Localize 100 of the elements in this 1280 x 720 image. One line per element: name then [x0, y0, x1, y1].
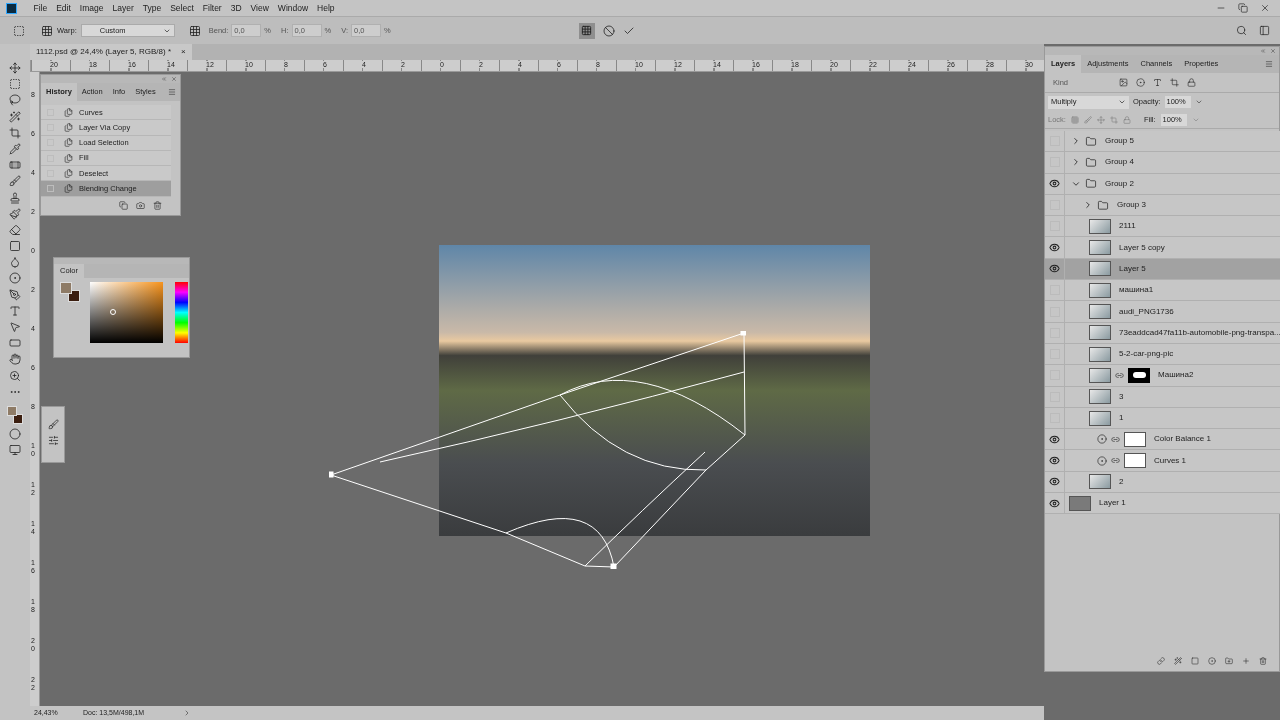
- eye-icon[interactable]: [1049, 455, 1060, 467]
- new-adjustment-icon[interactable]: [1208, 657, 1216, 665]
- snapshot-icon[interactable]: [136, 201, 145, 211]
- eyedropper-icon[interactable]: [9, 142, 21, 155]
- eye-icon[interactable]: [1049, 263, 1060, 275]
- menu-item[interactable]: Window: [273, 1, 313, 15]
- delete-icon[interactable]: [1259, 657, 1267, 665]
- workspace-icon[interactable]: [1259, 25, 1270, 36]
- expand-toggle[interactable]: [1083, 200, 1093, 211]
- panel-menu-icon[interactable]: [1265, 60, 1273, 68]
- eye-icon[interactable]: [1049, 476, 1060, 488]
- layer-row[interactable]: машина1: [1045, 280, 1280, 302]
- layer-row[interactable]: Curves 1: [1045, 450, 1280, 472]
- close-icon[interactable]: [1260, 3, 1270, 13]
- menu-item[interactable]: Image: [75, 1, 108, 15]
- expand-toggle[interactable]: [1071, 157, 1081, 168]
- menu-item[interactable]: Help: [312, 1, 340, 15]
- bandage-icon[interactable]: [9, 159, 21, 172]
- menu-item[interactable]: File: [29, 1, 52, 15]
- layer-row[interactable]: audi_PNG1736: [1045, 301, 1280, 323]
- menu-item[interactable]: Select: [165, 1, 199, 15]
- hand-icon[interactable]: [9, 353, 21, 366]
- layer-row[interactable]: Layer 1: [1045, 493, 1280, 515]
- close-icon[interactable]: [171, 76, 177, 82]
- layer-name: 5-2-car-png-pic: [1119, 348, 1174, 361]
- menu-item[interactable]: Layer: [108, 1, 139, 15]
- layer-name: Color Balance 1: [1154, 433, 1211, 446]
- menu-item[interactable]: 3D: [226, 1, 247, 15]
- new-group-icon[interactable]: [1225, 657, 1233, 665]
- expand-toggle[interactable]: [1071, 136, 1081, 147]
- foreground-swatch[interactable]: [7, 405, 17, 416]
- search-icon[interactable]: [1236, 25, 1247, 36]
- layer-row[interactable]: 1: [1045, 407, 1280, 430]
- warp-grid-icon[interactable]: [41, 24, 53, 37]
- background-swatch[interactable]: [13, 413, 23, 424]
- foreground-swatch[interactable]: [60, 282, 72, 294]
- stamp-icon[interactable]: [9, 191, 21, 204]
- brush-preset-icon[interactable]: [47, 419, 59, 430]
- new-document-icon[interactable]: [119, 201, 128, 211]
- pointer-icon[interactable]: [9, 321, 21, 333]
- drop-icon[interactable]: [9, 256, 21, 269]
- move-icon[interactable]: [9, 62, 21, 74]
- layer-row[interactable]: Group 5: [1045, 131, 1280, 153]
- layer-row[interactable]: Color Balance 1: [1045, 429, 1280, 451]
- menu-item[interactable]: Type: [138, 1, 166, 15]
- history-brush-icon[interactable]: [9, 207, 21, 220]
- image-filter-icon[interactable]: [1119, 78, 1128, 87]
- layer-row[interactable]: Group 4: [1045, 152, 1280, 174]
- zoom-icon[interactable]: [9, 369, 21, 382]
- screen-mode-icon[interactable]: [9, 444, 21, 457]
- warp-mesh-drawing[interactable]: [329, 331, 746, 569]
- marquee-icon[interactable]: [13, 24, 25, 37]
- close-tab-button[interactable]: ×: [181, 46, 186, 58]
- layer-row[interactable]: 2: [1045, 471, 1280, 494]
- eye-icon[interactable]: [1049, 178, 1060, 190]
- layer-row[interactable]: Layer 5: [1045, 258, 1280, 281]
- cancel-icon[interactable]: [602, 24, 615, 37]
- eye-icon[interactable]: [1049, 497, 1060, 509]
- type-filter-icon[interactable]: [1153, 78, 1162, 87]
- restore-icon[interactable]: [1238, 3, 1248, 13]
- menu-item[interactable]: Edit: [51, 1, 76, 15]
- document-tab[interactable]: 1112.psd @ 24,4% (Layer 5, RGB/8) * ×: [30, 44, 192, 60]
- magic-wand-icon[interactable]: [9, 110, 21, 123]
- layer-row[interactable]: 73eaddcad47fa11b-automobile-png-transpa...: [1045, 322, 1280, 344]
- marquee-icon[interactable]: [9, 78, 21, 91]
- link-icon: [1115, 370, 1124, 380]
- layer-thumbnail: [1089, 261, 1111, 277]
- color-field[interactable]: [90, 282, 163, 343]
- gradient-icon[interactable]: [9, 240, 21, 253]
- delete-icon[interactable]: [153, 201, 162, 211]
- quick-mask-icon[interactable]: [9, 428, 21, 441]
- layer-row[interactable]: Layer 5 copy: [1045, 237, 1280, 259]
- crop-icon[interactable]: [9, 126, 21, 139]
- eye-icon[interactable]: [1049, 242, 1060, 254]
- sliders-icon[interactable]: [47, 435, 59, 446]
- layer-row[interactable]: Group 3: [1045, 194, 1280, 217]
- adjustment-filter-icon[interactable]: [1136, 78, 1145, 87]
- layer-row[interactable]: Group 2: [1045, 173, 1280, 195]
- panel-menu-icon[interactable]: [168, 88, 176, 96]
- layer-thumbnail: [1089, 325, 1111, 341]
- eraser-icon[interactable]: [9, 223, 21, 236]
- layer-row[interactable]: 5-2-car-png-pic: [1045, 343, 1280, 366]
- layer-row[interactable]: 2111: [1045, 216, 1280, 238]
- layer-row[interactable]: 3: [1045, 386, 1280, 408]
- layer-row[interactable]: Машина2: [1045, 365, 1280, 387]
- brush-icon[interactable]: [9, 175, 21, 188]
- expand-icon[interactable]: [183, 709, 191, 717]
- lasso-icon[interactable]: [9, 94, 21, 107]
- type-icon[interactable]: [9, 304, 21, 317]
- add-mask-icon[interactable]: [1191, 657, 1199, 665]
- layer-name: Group 3: [1117, 199, 1146, 212]
- rectangle-icon[interactable]: [9, 337, 21, 350]
- pen-icon[interactable]: [9, 288, 21, 301]
- eye-icon[interactable]: [1049, 433, 1060, 445]
- new-layer-icon[interactable]: [1242, 657, 1250, 665]
- menu-item[interactable]: Filter: [198, 1, 227, 15]
- close-icon[interactable]: [1270, 48, 1276, 54]
- menu-item[interactable]: View: [246, 1, 274, 15]
- link-layers-icon[interactable]: [1157, 657, 1165, 665]
- warp-mode-button[interactable]: [578, 22, 595, 39]
